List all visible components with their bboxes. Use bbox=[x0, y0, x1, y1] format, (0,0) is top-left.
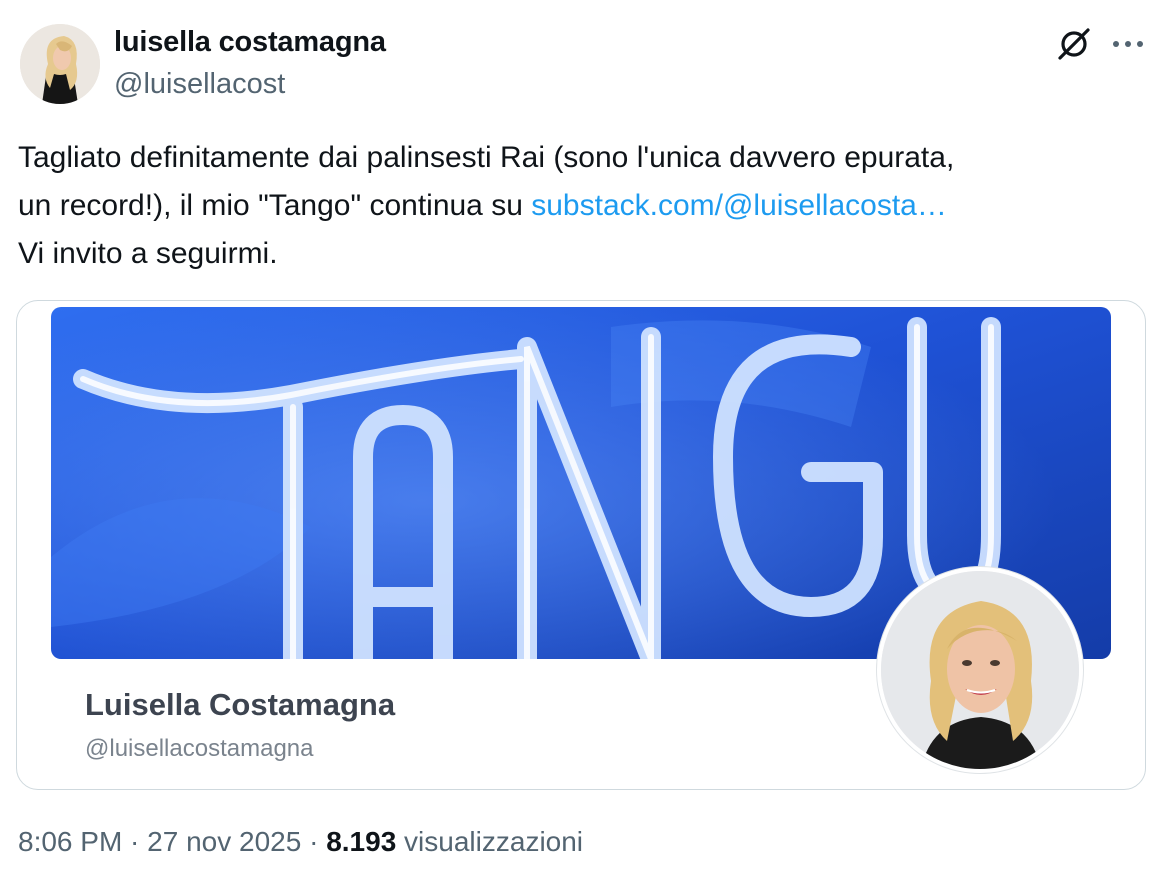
tweet-text: Tagliato definitamente dai palinsesti Ra… bbox=[18, 134, 1138, 278]
author-handle[interactable]: @luisellacost bbox=[114, 68, 285, 101]
tweet-line-1: Tagliato definitamente dai palinsesti Ra… bbox=[18, 141, 955, 174]
card-handle: @luisellacostamagna bbox=[85, 735, 314, 762]
card-title: Luisella Costamagna bbox=[85, 687, 396, 722]
tweet-time[interactable]: 8:06 PM bbox=[18, 826, 122, 857]
tweet-meta: 8:06 PM · 27 nov 2025 · 8.193 visualizza… bbox=[18, 826, 583, 858]
link-card[interactable]: Luisella Costamagna @luisellacostamagna bbox=[16, 300, 1146, 790]
grok-button[interactable] bbox=[1052, 22, 1096, 66]
tweet-line-3: Vi invito a seguirmi. bbox=[18, 237, 278, 270]
more-button[interactable] bbox=[1106, 22, 1150, 66]
grok-slash-icon bbox=[1058, 28, 1090, 60]
views-count: 8.193 bbox=[326, 826, 397, 857]
meta-separator: · bbox=[122, 826, 148, 857]
substack-link[interactable]: substack.com/@luisellacosta… bbox=[531, 189, 947, 222]
author-name[interactable]: luisella costamagna bbox=[114, 26, 386, 59]
tweet-date[interactable]: 27 nov 2025 bbox=[147, 826, 301, 857]
author-avatar[interactable] bbox=[20, 24, 100, 104]
views-label: visualizzazioni bbox=[396, 826, 584, 857]
more-dots-icon bbox=[1113, 41, 1143, 47]
tweet-line-2: un record!), il mio "Tango" continua su … bbox=[18, 182, 1138, 230]
tweet-line-2-text: un record!), il mio "Tango" continua su bbox=[18, 189, 532, 222]
card-profile-photo bbox=[877, 567, 1083, 773]
meta-separator: · bbox=[301, 826, 327, 857]
